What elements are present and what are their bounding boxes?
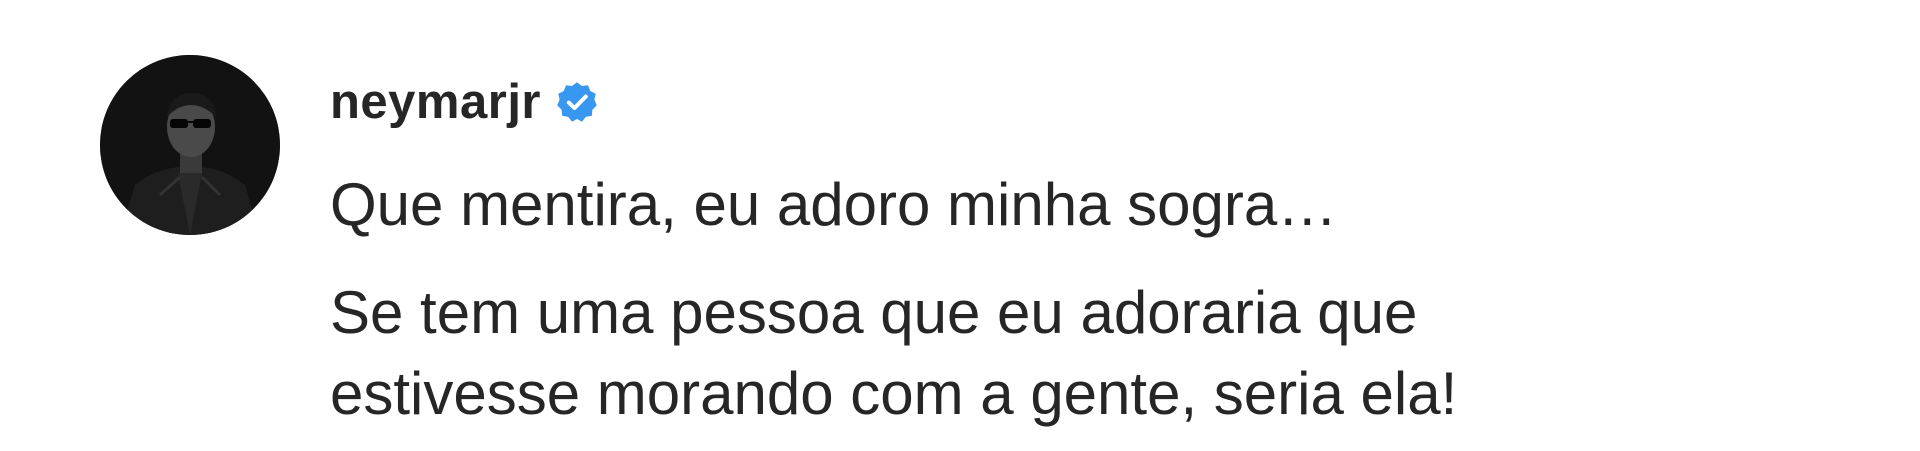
comment-header: neymarjr bbox=[330, 72, 599, 132]
avatar[interactable] bbox=[100, 55, 280, 235]
comment-card: neymarjr Que mentira, eu adoro minha sog… bbox=[0, 0, 1920, 451]
profile-photo bbox=[100, 55, 280, 235]
comment-line: Se tem uma pessoa que eu adoraria que bbox=[330, 279, 1418, 346]
verified-badge-icon bbox=[555, 80, 599, 124]
comment-line: estivesse morando com a gente, seria ela… bbox=[330, 360, 1458, 427]
comment-line: Que mentira, eu adoro minha sogra… bbox=[330, 171, 1338, 238]
username-link[interactable]: neymarjr bbox=[330, 74, 541, 130]
